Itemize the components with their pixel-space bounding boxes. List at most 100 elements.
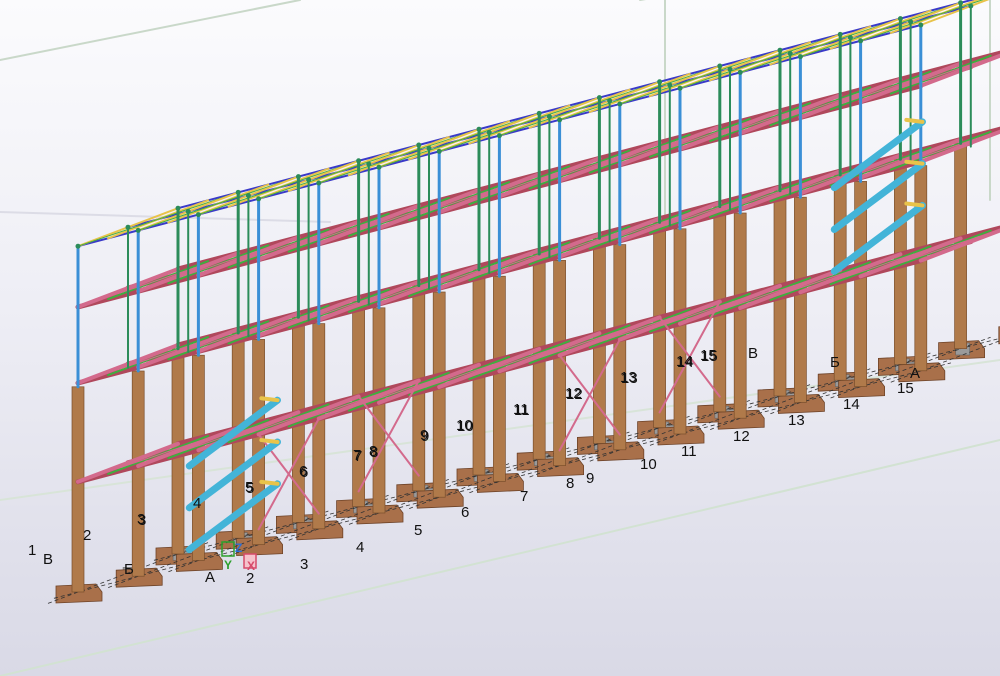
grid-label-front: 10 bbox=[640, 456, 657, 473]
z-axis-label: Z bbox=[235, 541, 242, 555]
node-marker bbox=[727, 66, 733, 72]
node-marker bbox=[496, 133, 502, 139]
stair-landing bbox=[259, 396, 280, 403]
node-marker bbox=[366, 161, 372, 167]
vertical-brace bbox=[357, 395, 420, 477]
node-marker bbox=[125, 224, 131, 230]
concrete-column bbox=[673, 228, 687, 435]
node-marker bbox=[476, 126, 482, 132]
grid-label-mid: 2 bbox=[83, 527, 91, 544]
grid-label-front: 8 bbox=[566, 475, 574, 492]
node-marker bbox=[737, 69, 743, 75]
stair-landing bbox=[259, 438, 280, 444]
node-marker bbox=[256, 196, 262, 202]
node-marker bbox=[195, 212, 201, 218]
node-marker bbox=[858, 38, 864, 44]
stair-landing bbox=[904, 159, 925, 166]
grid-label-back: 14 bbox=[677, 354, 694, 371]
grid-label-front: 5 bbox=[414, 522, 422, 539]
cross-beam bbox=[497, 331, 602, 374]
node-marker bbox=[235, 189, 241, 195]
structural-model-scene[interactable]: 12345678 9101112131415234567 891011121314 1… bbox=[0, 0, 1000, 676]
grid-label-back: 5 bbox=[246, 480, 254, 497]
grid-label-back: 7 bbox=[354, 448, 362, 465]
cross-beam bbox=[437, 347, 542, 389]
x-axis-label: X bbox=[247, 559, 255, 573]
concrete-column bbox=[553, 260, 566, 466]
cross-beam bbox=[738, 268, 843, 310]
grid-label-back: 9 bbox=[421, 428, 429, 445]
grid-label-letter: А bbox=[205, 569, 215, 586]
cross-beam bbox=[76, 441, 180, 484]
node-marker bbox=[607, 98, 613, 104]
concrete-column bbox=[432, 291, 446, 498]
node-marker bbox=[617, 101, 623, 107]
node-marker bbox=[958, 0, 964, 6]
node-marker bbox=[436, 148, 442, 154]
cross-beam bbox=[678, 283, 782, 326]
node-marker bbox=[717, 63, 723, 69]
concrete-column bbox=[372, 307, 386, 514]
grid-label-letter: А bbox=[910, 365, 920, 382]
grid-label-front: 1 bbox=[28, 542, 36, 559]
node-marker bbox=[245, 193, 251, 199]
grid-label-letter: Б bbox=[124, 561, 134, 578]
stair-landing bbox=[904, 117, 925, 124]
grid-label-front: 14 bbox=[843, 396, 860, 413]
concrete-column bbox=[733, 212, 747, 419]
node-marker bbox=[596, 95, 602, 101]
node-marker bbox=[968, 3, 974, 9]
cross-beam bbox=[316, 378, 421, 421]
node-marker bbox=[677, 85, 683, 91]
grid-label-back: 10 bbox=[457, 418, 474, 435]
node-marker bbox=[797, 54, 803, 60]
stair-landing bbox=[259, 479, 280, 486]
concrete-column bbox=[493, 275, 506, 482]
concrete-column bbox=[914, 165, 928, 372]
grid-label-back: 12 bbox=[566, 386, 583, 403]
node-marker bbox=[306, 177, 312, 183]
concrete-column bbox=[71, 386, 85, 593]
node-marker bbox=[416, 142, 422, 148]
concrete-column bbox=[794, 196, 807, 403]
node-marker bbox=[667, 82, 673, 88]
node-marker bbox=[185, 208, 191, 214]
node-marker bbox=[135, 227, 141, 233]
grid-label-front: 11 bbox=[681, 443, 697, 460]
stair-landing bbox=[904, 201, 925, 208]
steel-structure[interactable] bbox=[71, 0, 1000, 593]
grid-label-back: 13 bbox=[621, 370, 638, 387]
guide-line bbox=[0, 0, 301, 61]
3d-model-viewport[interactable]: 1 2 3 4 5 6 7 8 9 10 11 12 13 14 15 2 3 4 5 6 7 8 9 10 11 12 13 14 1… bbox=[0, 0, 1000, 676]
cross-beam bbox=[617, 299, 722, 342]
grid-label-front: 7 bbox=[520, 488, 528, 505]
grid-label-back: 3 bbox=[138, 512, 146, 529]
node-marker bbox=[426, 145, 432, 151]
node-marker bbox=[918, 22, 924, 28]
grid-label-letter: В bbox=[748, 345, 758, 362]
grid-label-letter: В bbox=[43, 551, 53, 568]
cross-beam bbox=[377, 362, 481, 405]
node-marker bbox=[536, 110, 542, 116]
node-marker bbox=[295, 174, 301, 180]
node-marker bbox=[847, 35, 853, 41]
grid-label-back: 6 bbox=[300, 464, 308, 481]
y-axis-label: Y bbox=[224, 558, 232, 572]
concrete-column bbox=[131, 370, 145, 577]
grid-label-front: 13 bbox=[788, 412, 805, 429]
grid-label-front: 6 bbox=[461, 504, 469, 521]
cross-beam bbox=[557, 315, 662, 358]
node-marker bbox=[486, 129, 492, 135]
node-marker bbox=[356, 158, 362, 164]
node-marker bbox=[837, 31, 843, 37]
node-marker bbox=[777, 47, 783, 53]
node-marker bbox=[546, 114, 552, 120]
grid-label-front: 12 bbox=[733, 428, 750, 445]
grid-label-front: 15 bbox=[897, 380, 914, 397]
node-marker bbox=[75, 243, 81, 249]
node-marker bbox=[657, 79, 663, 85]
node-marker bbox=[787, 50, 793, 56]
node-marker bbox=[316, 180, 322, 186]
grid-label-letter: Б bbox=[830, 354, 840, 371]
grid-label-front: 9 bbox=[586, 470, 594, 487]
